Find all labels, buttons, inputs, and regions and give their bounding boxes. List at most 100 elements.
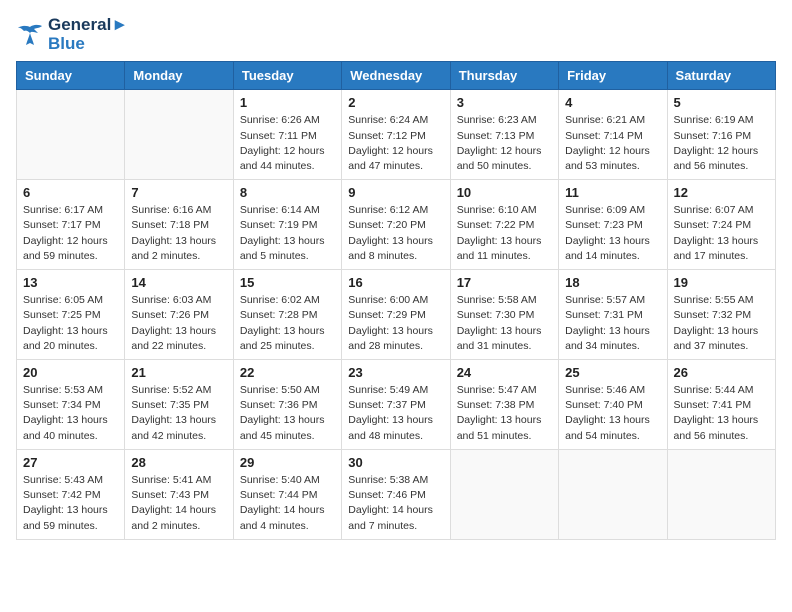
calendar-cell: 27 Sunrise: 5:43 AM Sunset: 7:42 PM Dayli… bbox=[17, 449, 125, 539]
day-info: Sunrise: 6:03 AM Sunset: 7:26 PM Dayligh… bbox=[131, 293, 226, 354]
calendar-week-row: 1Sunrise: 6:26 AM Sunset: 7:11 PM Daylig… bbox=[17, 90, 776, 180]
weekday-header-wednesday: Wednesday bbox=[342, 62, 450, 90]
weekday-header-monday: Monday bbox=[125, 62, 233, 90]
day-info: Sunrise: 6:16 AM Sunset: 7:18 PM Dayligh… bbox=[131, 203, 226, 264]
day-number: 3 bbox=[457, 95, 552, 110]
day-info: Sunrise: 6:21 AM Sunset: 7:14 PM Dayligh… bbox=[565, 113, 660, 174]
calendar-cell: 9 Sunrise: 6:12 AM Sunset: 7:20 PM Daylig… bbox=[342, 180, 450, 270]
day-info: Sunrise: 5:49 AM Sunset: 7:37 PM Dayligh… bbox=[348, 383, 443, 444]
day-info: Sunrise: 6:02 AM Sunset: 7:28 PM Dayligh… bbox=[240, 293, 335, 354]
calendar-cell: 14 Sunrise: 6:03 AM Sunset: 7:26 PM Dayli… bbox=[125, 270, 233, 360]
calendar-cell bbox=[125, 90, 233, 180]
day-number: 28 bbox=[131, 455, 226, 470]
day-number: 2 bbox=[348, 95, 443, 110]
day-info: Sunrise: 6:14 AM Sunset: 7:19 PM Dayligh… bbox=[240, 203, 335, 264]
calendar-cell: 28Sunrise: 5:41 AM Sunset: 7:43 PM Dayli… bbox=[125, 449, 233, 539]
calendar-week-row: 20 Sunrise: 5:53 AM Sunset: 7:34 PM Dayli… bbox=[17, 360, 776, 450]
weekday-header-row: SundayMondayTuesdayWednesdayThursdayFrid… bbox=[17, 62, 776, 90]
calendar-cell: 19 Sunrise: 5:55 AM Sunset: 7:32 PM Dayli… bbox=[667, 270, 775, 360]
calendar-cell: 11 Sunrise: 6:09 AM Sunset: 7:23 PM Dayli… bbox=[559, 180, 667, 270]
day-number: 18 bbox=[565, 275, 660, 290]
day-info: Sunrise: 6:24 AM Sunset: 7:12 PM Dayligh… bbox=[348, 113, 443, 174]
calendar-cell: 25Sunrise: 5:46 AM Sunset: 7:40 PM Dayli… bbox=[559, 360, 667, 450]
day-info: Sunrise: 5:40 AM Sunset: 7:44 PM Dayligh… bbox=[240, 473, 335, 534]
day-number: 23 bbox=[348, 365, 443, 380]
day-number: 9 bbox=[348, 185, 443, 200]
weekday-header-thursday: Thursday bbox=[450, 62, 558, 90]
calendar-cell: 21 Sunrise: 5:52 AM Sunset: 7:35 PM Dayli… bbox=[125, 360, 233, 450]
day-info: Sunrise: 6:07 AM Sunset: 7:24 PM Dayligh… bbox=[674, 203, 769, 264]
day-number: 16 bbox=[348, 275, 443, 290]
calendar-cell: 6 Sunrise: 6:17 AM Sunset: 7:17 PM Daylig… bbox=[17, 180, 125, 270]
day-info: Sunrise: 6:23 AM Sunset: 7:13 PM Dayligh… bbox=[457, 113, 552, 174]
day-number: 5 bbox=[674, 95, 769, 110]
calendar-cell: 15 Sunrise: 6:02 AM Sunset: 7:28 PM Dayli… bbox=[233, 270, 341, 360]
calendar-cell bbox=[559, 449, 667, 539]
day-info: Sunrise: 5:52 AM Sunset: 7:35 PM Dayligh… bbox=[131, 383, 226, 444]
calendar-cell: 16 Sunrise: 6:00 AM Sunset: 7:29 PM Dayli… bbox=[342, 270, 450, 360]
day-info: Sunrise: 6:17 AM Sunset: 7:17 PM Dayligh… bbox=[23, 203, 118, 264]
day-number: 15 bbox=[240, 275, 335, 290]
day-number: 8 bbox=[240, 185, 335, 200]
calendar-cell: 18 Sunrise: 5:57 AM Sunset: 7:31 PM Dayli… bbox=[559, 270, 667, 360]
day-number: 13 bbox=[23, 275, 118, 290]
logo: General► Blue bbox=[16, 16, 128, 53]
day-number: 29 bbox=[240, 455, 335, 470]
calendar-cell bbox=[667, 449, 775, 539]
calendar-cell: 5 Sunrise: 6:19 AM Sunset: 7:16 PM Daylig… bbox=[667, 90, 775, 180]
calendar-cell bbox=[450, 449, 558, 539]
calendar-cell: 29 Sunrise: 5:40 AM Sunset: 7:44 PM Dayli… bbox=[233, 449, 341, 539]
day-info: Sunrise: 5:38 AM Sunset: 7:46 PM Dayligh… bbox=[348, 473, 443, 534]
day-info: Sunrise: 6:00 AM Sunset: 7:29 PM Dayligh… bbox=[348, 293, 443, 354]
weekday-header-sunday: Sunday bbox=[17, 62, 125, 90]
calendar-cell: 7 Sunrise: 6:16 AM Sunset: 7:18 PM Daylig… bbox=[125, 180, 233, 270]
day-info: Sunrise: 5:47 AM Sunset: 7:38 PM Dayligh… bbox=[457, 383, 552, 444]
calendar-week-row: 27 Sunrise: 5:43 AM Sunset: 7:42 PM Dayli… bbox=[17, 449, 776, 539]
day-info: Sunrise: 5:55 AM Sunset: 7:32 PM Dayligh… bbox=[674, 293, 769, 354]
calendar-cell: 1Sunrise: 6:26 AM Sunset: 7:11 PM Daylig… bbox=[233, 90, 341, 180]
calendar-cell: 3 Sunrise: 6:23 AM Sunset: 7:13 PM Daylig… bbox=[450, 90, 558, 180]
day-number: 21 bbox=[131, 365, 226, 380]
day-number: 17 bbox=[457, 275, 552, 290]
day-number: 27 bbox=[23, 455, 118, 470]
day-number: 20 bbox=[23, 365, 118, 380]
calendar-cell: 23 Sunrise: 5:49 AM Sunset: 7:37 PM Dayli… bbox=[342, 360, 450, 450]
calendar-cell bbox=[17, 90, 125, 180]
calendar-cell: 30 Sunrise: 5:38 AM Sunset: 7:46 PM Dayli… bbox=[342, 449, 450, 539]
calendar-cell: 24 Sunrise: 5:47 AM Sunset: 7:38 PM Dayli… bbox=[450, 360, 558, 450]
day-number: 24 bbox=[457, 365, 552, 380]
day-number: 19 bbox=[674, 275, 769, 290]
day-info: Sunrise: 5:53 AM Sunset: 7:34 PM Dayligh… bbox=[23, 383, 118, 444]
day-number: 4 bbox=[565, 95, 660, 110]
calendar: SundayMondayTuesdayWednesdayThursdayFrid… bbox=[16, 61, 776, 539]
weekday-header-tuesday: Tuesday bbox=[233, 62, 341, 90]
calendar-cell: 20 Sunrise: 5:53 AM Sunset: 7:34 PM Dayli… bbox=[17, 360, 125, 450]
day-number: 7 bbox=[131, 185, 226, 200]
logo-bird-icon bbox=[16, 23, 44, 47]
calendar-cell: 22Sunrise: 5:50 AM Sunset: 7:36 PM Dayli… bbox=[233, 360, 341, 450]
day-number: 30 bbox=[348, 455, 443, 470]
day-info: Sunrise: 6:19 AM Sunset: 7:16 PM Dayligh… bbox=[674, 113, 769, 174]
day-info: Sunrise: 6:05 AM Sunset: 7:25 PM Dayligh… bbox=[23, 293, 118, 354]
calendar-week-row: 6 Sunrise: 6:17 AM Sunset: 7:17 PM Daylig… bbox=[17, 180, 776, 270]
calendar-cell: 2 Sunrise: 6:24 AM Sunset: 7:12 PM Daylig… bbox=[342, 90, 450, 180]
day-number: 1 bbox=[240, 95, 335, 110]
header: General► Blue bbox=[16, 16, 776, 53]
day-info: Sunrise: 6:12 AM Sunset: 7:20 PM Dayligh… bbox=[348, 203, 443, 264]
day-number: 22 bbox=[240, 365, 335, 380]
day-info: Sunrise: 5:57 AM Sunset: 7:31 PM Dayligh… bbox=[565, 293, 660, 354]
day-number: 11 bbox=[565, 185, 660, 200]
calendar-week-row: 13 Sunrise: 6:05 AM Sunset: 7:25 PM Dayli… bbox=[17, 270, 776, 360]
day-info: Sunrise: 5:58 AM Sunset: 7:30 PM Dayligh… bbox=[457, 293, 552, 354]
calendar-cell: 8 Sunrise: 6:14 AM Sunset: 7:19 PM Daylig… bbox=[233, 180, 341, 270]
day-info: Sunrise: 5:43 AM Sunset: 7:42 PM Dayligh… bbox=[23, 473, 118, 534]
day-number: 10 bbox=[457, 185, 552, 200]
calendar-cell: 12 Sunrise: 6:07 AM Sunset: 7:24 PM Dayli… bbox=[667, 180, 775, 270]
day-info: Sunrise: 6:09 AM Sunset: 7:23 PM Dayligh… bbox=[565, 203, 660, 264]
day-number: 12 bbox=[674, 185, 769, 200]
calendar-cell: 10Sunrise: 6:10 AM Sunset: 7:22 PM Dayli… bbox=[450, 180, 558, 270]
day-number: 14 bbox=[131, 275, 226, 290]
calendar-cell: 13 Sunrise: 6:05 AM Sunset: 7:25 PM Dayli… bbox=[17, 270, 125, 360]
day-number: 6 bbox=[23, 185, 118, 200]
calendar-cell: 26Sunrise: 5:44 AM Sunset: 7:41 PM Dayli… bbox=[667, 360, 775, 450]
